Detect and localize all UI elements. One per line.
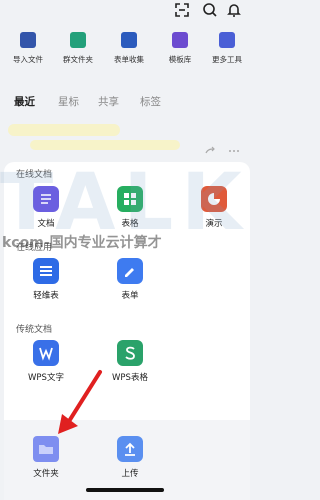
scan-icon[interactable] <box>174 2 190 18</box>
tab-tags[interactable]: 标签 <box>140 94 161 109</box>
home-indicator <box>86 488 164 492</box>
share-icon[interactable] <box>204 142 216 154</box>
wps-sheet-icon <box>117 340 143 366</box>
more-tools-icon <box>219 32 235 48</box>
template-button[interactable]: 模板库 <box>158 32 202 65</box>
form-icon <box>117 258 143 284</box>
wps-writer-icon <box>33 340 59 366</box>
form-collect-button[interactable]: 表单收集 <box>107 32 151 65</box>
blurred-file-meta <box>30 140 180 150</box>
import-file-button[interactable]: 导入文件 <box>6 32 50 65</box>
group-folder-icon <box>70 32 86 48</box>
section-title-traditional-docs: 传统文档 <box>16 325 53 335</box>
tab-starred[interactable]: 星标 <box>58 94 79 109</box>
folder-icon <box>33 436 59 462</box>
form-collect-icon <box>121 32 137 48</box>
light-table-icon <box>33 258 59 284</box>
upload-icon <box>117 436 143 462</box>
more-tools-button[interactable]: 更多工具 <box>205 32 249 65</box>
new-light-table-button[interactable]: 轻维表 <box>20 258 72 301</box>
watermark-subtitle: kcom-国内专业云计算才 <box>2 235 162 251</box>
tab-shared[interactable]: 共享 <box>98 94 119 109</box>
quick-actions: 导入文件 群文件夹 表单收集 模板库 更多工具 <box>0 32 250 76</box>
tab-recent[interactable]: 最近 <box>14 94 35 109</box>
notification-icon[interactable] <box>226 2 242 18</box>
group-folder-button[interactable]: 群文件夹 <box>56 32 100 65</box>
import-file-icon <box>20 32 36 48</box>
search-icon[interactable] <box>202 2 218 18</box>
new-form-button[interactable]: 表单 <box>104 258 156 301</box>
template-icon <box>172 32 188 48</box>
red-arrow-annotation <box>58 370 102 434</box>
upload-button[interactable]: 上传 <box>104 436 156 479</box>
top-bar <box>0 0 250 22</box>
more-icon[interactable] <box>228 142 240 154</box>
new-folder-button[interactable]: 文件夹 <box>20 436 72 479</box>
blurred-file-name <box>8 124 120 136</box>
